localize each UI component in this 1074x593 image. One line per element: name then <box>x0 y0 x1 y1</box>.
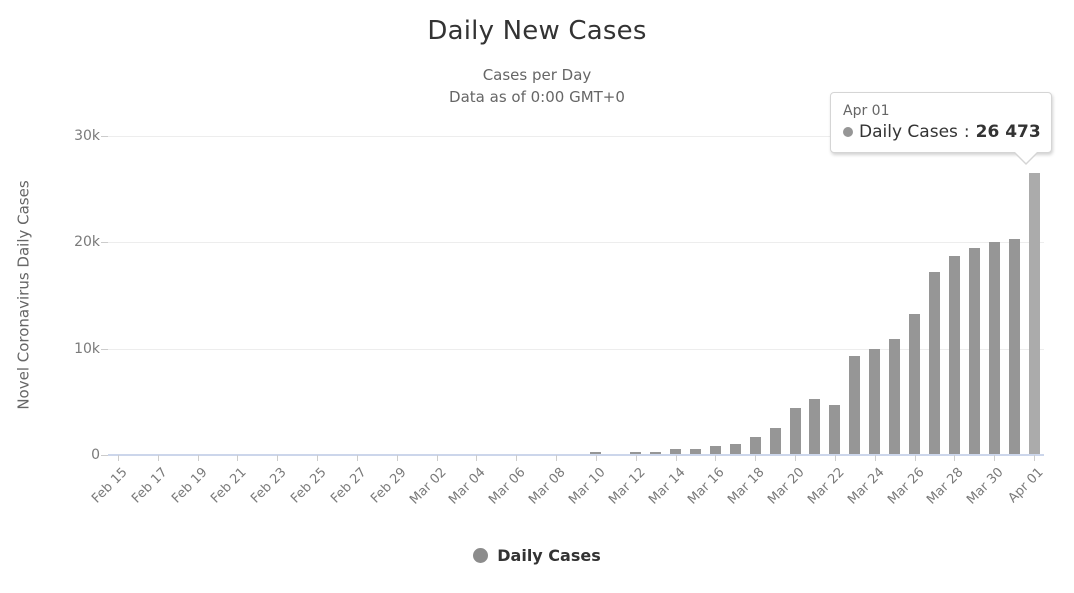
y-tick-mark <box>101 135 108 137</box>
bar-mar-30[interactable] <box>988 242 1000 455</box>
chart-subtitle-line-1: Cases per Day <box>482 66 592 84</box>
x-tick-mark <box>117 455 119 461</box>
plot-area <box>108 135 1044 456</box>
legend-marker-icon <box>473 548 489 563</box>
x-tick-mark <box>237 455 239 461</box>
y-axis-title: Novel Coronavirus Daily Cases <box>14 135 34 455</box>
y-tick-mark <box>101 348 108 350</box>
bar-mar-23[interactable] <box>849 355 861 455</box>
x-tick-mark <box>635 455 637 461</box>
x-tick-mark <box>755 455 757 461</box>
x-tick-mark <box>356 455 358 461</box>
bar-mar-31[interactable] <box>1008 238 1020 455</box>
legend-item-daily-cases[interactable]: Daily Cases <box>497 546 600 565</box>
x-tick-mark <box>556 455 558 461</box>
y-tick-mark <box>101 242 108 243</box>
y-tick-label-30k: 30k <box>74 127 100 144</box>
x-tick-mark <box>954 455 956 461</box>
y-axis-title-label: Novel Coronavirus Daily Cases <box>15 180 34 410</box>
daily-new-cases-chart: Daily New Cases Cases per Day Data as of… <box>0 0 1074 593</box>
y-tick-label-20k: 20k <box>74 234 100 250</box>
bar-mar-20[interactable] <box>789 408 801 455</box>
y-tick-label-10k: 10k <box>74 340 100 357</box>
x-tick-mark <box>834 455 836 461</box>
x-tick-mark <box>1034 455 1036 461</box>
x-tick-mark <box>516 455 518 461</box>
chart-title: Daily New Cases <box>427 16 647 46</box>
tooltip-date: Apr 01 <box>843 103 890 119</box>
bar-mar-24[interactable] <box>869 348 881 455</box>
x-tick-mark <box>476 455 478 461</box>
tooltip-row: Daily Cases: 26 473 <box>843 122 1041 142</box>
x-tick-mark <box>595 455 597 461</box>
y-tick-mark <box>101 455 108 456</box>
tooltip-pointer <box>1014 151 1038 163</box>
x-tick-mark <box>675 455 677 461</box>
x-tick-mark <box>914 455 916 461</box>
x-axis-labels: Feb 15 Feb 17 Feb 19 Feb 21 Feb 23 Feb 25 Feb … <box>89 455 1047 535</box>
x-tick-mark <box>317 455 319 461</box>
y-tick-label-0: 0 <box>91 447 100 463</box>
x-tick-mark <box>994 455 996 461</box>
gridline-20k <box>108 242 1044 243</box>
x-tick-mark <box>436 455 438 461</box>
gridline-10k <box>108 348 1044 350</box>
bar-mar-26[interactable] <box>909 314 921 455</box>
tooltip-series-name: Daily Cases <box>859 122 958 142</box>
x-tick-mark <box>874 455 876 461</box>
bar-mar-19[interactable] <box>769 428 781 455</box>
bar-mar-25[interactable] <box>889 338 901 455</box>
x-tick-mark <box>277 455 279 461</box>
bar-mar-29[interactable] <box>968 248 980 455</box>
x-tick-mark <box>157 455 159 461</box>
bar-apr-01[interactable] <box>1028 173 1040 455</box>
x-tick-mark <box>715 455 717 461</box>
chart-tooltip: Apr 01 Daily Cases: 26 473 <box>830 92 1052 165</box>
tooltip-value: 26 473 <box>975 122 1041 142</box>
bar-mar-18[interactable] <box>749 436 761 455</box>
x-tick-mark <box>396 455 398 461</box>
tooltip-separator: : <box>963 122 970 142</box>
bar-mar-21[interactable] <box>809 398 821 455</box>
chart-legend[interactable]: Daily Cases <box>0 546 1074 565</box>
tooltip-marker-icon <box>843 127 853 137</box>
bar-mar-22[interactable] <box>829 404 841 455</box>
bar-mar-28[interactable] <box>948 255 960 455</box>
bar-mar-27[interactable] <box>928 271 940 455</box>
x-tick-mark <box>197 455 199 461</box>
x-tick-mark <box>795 455 797 461</box>
